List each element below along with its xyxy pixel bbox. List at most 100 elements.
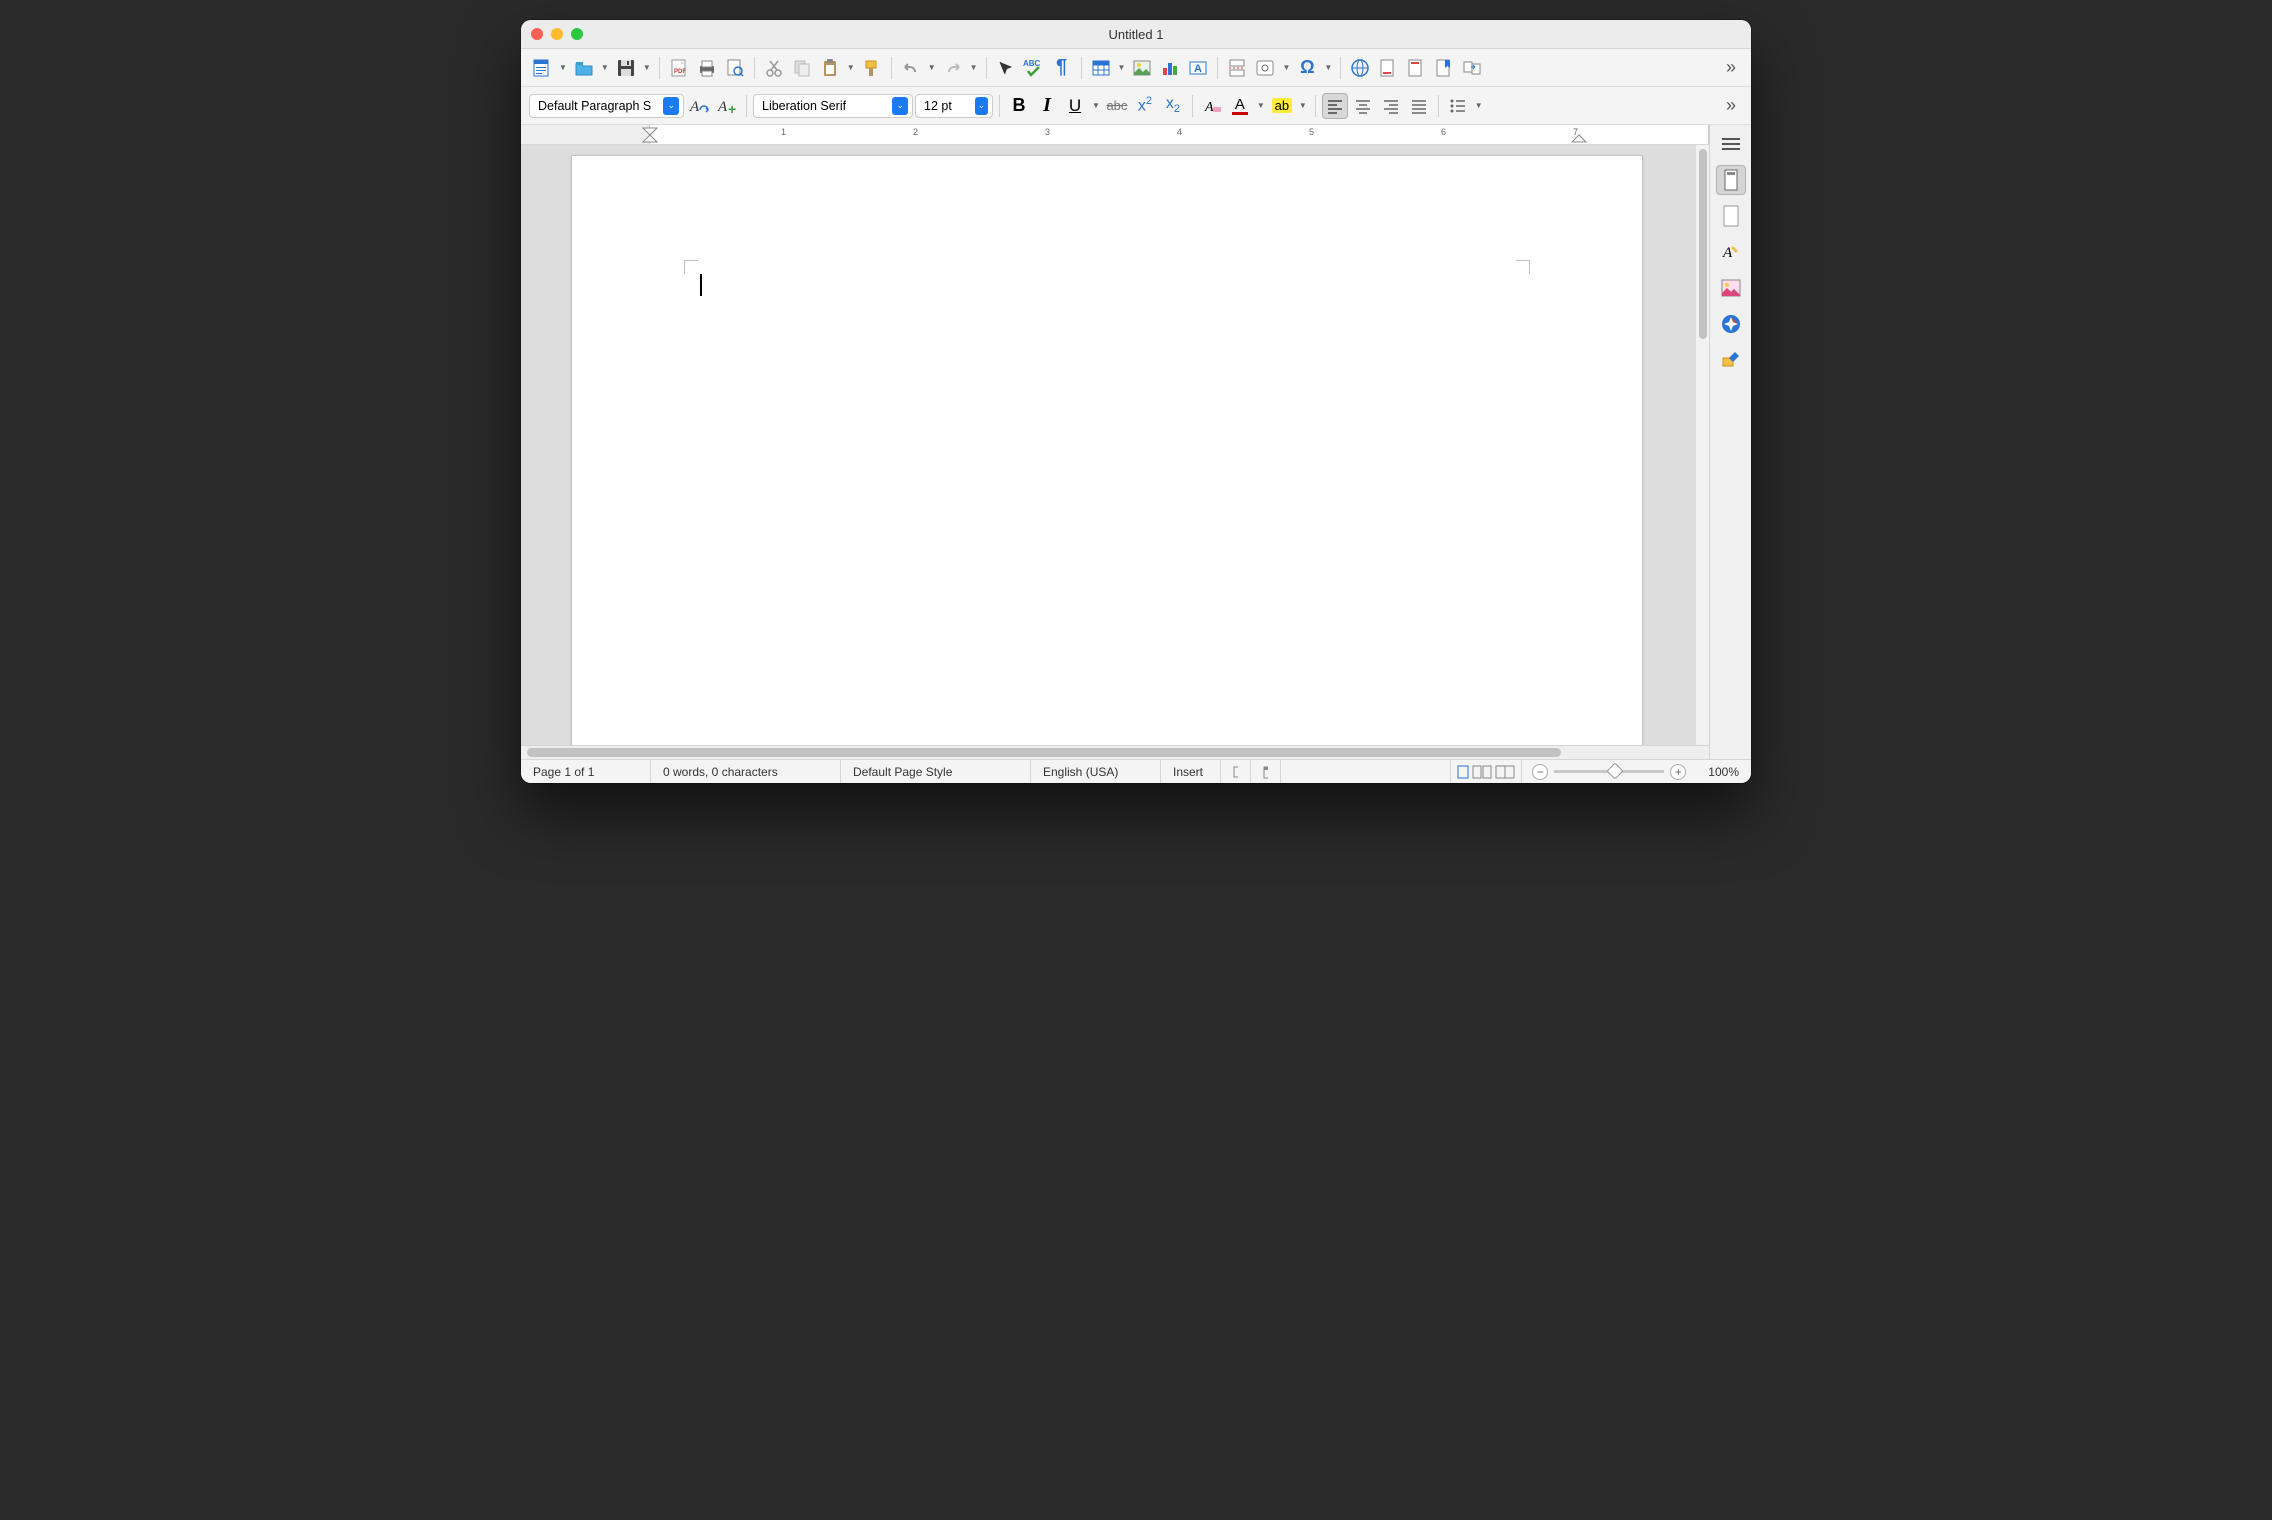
export-pdf-button[interactable]: PDF <box>666 55 692 81</box>
highlight-color-button[interactable]: ab <box>1269 93 1295 119</box>
redo-dropdown-icon[interactable]: ▼ <box>968 63 980 72</box>
status-insert-mode[interactable]: Insert <box>1161 760 1221 783</box>
formatting-marks-button[interactable]: ¶ <box>1049 55 1075 81</box>
close-window-button[interactable] <box>531 28 543 40</box>
copy-button[interactable] <box>789 55 815 81</box>
symbol-dropdown-icon[interactable]: ▼ <box>1322 63 1334 72</box>
insert-image-button[interactable] <box>1129 55 1155 81</box>
multi-page-view-icon[interactable] <box>1472 765 1492 779</box>
vertical-scrollbar[interactable] <box>1696 145 1709 745</box>
zoom-percent[interactable]: 100% <box>1696 760 1751 783</box>
sidebar-page-button[interactable] <box>1716 201 1746 231</box>
align-left-button[interactable] <box>1322 93 1348 119</box>
minimize-window-button[interactable] <box>551 28 563 40</box>
insert-symbol-button[interactable]: Ω <box>1294 55 1320 81</box>
horizontal-scrollbar[interactable] <box>521 745 1709 759</box>
update-style-button[interactable]: A <box>686 93 712 119</box>
open-dropdown-icon[interactable]: ▼ <box>599 63 611 72</box>
single-page-view-icon[interactable] <box>1457 765 1469 779</box>
indent-marker-left-icon[interactable] <box>642 127 658 143</box>
clear-formatting-button[interactable]: A <box>1199 93 1225 119</box>
new-dropdown-icon[interactable]: ▼ <box>557 63 569 72</box>
status-page-style[interactable]: Default Page Style <box>841 760 1031 783</box>
insert-textbox-button[interactable]: A <box>1185 55 1211 81</box>
indent-marker-right-icon[interactable] <box>1571 134 1587 144</box>
insert-cross-reference-button[interactable] <box>1459 55 1485 81</box>
bullet-dropdown-icon[interactable]: ▼ <box>1473 101 1485 110</box>
status-signature[interactable] <box>1251 760 1281 783</box>
sidebar-styles-button[interactable]: A <box>1716 237 1746 267</box>
paste-button[interactable] <box>817 55 843 81</box>
zoom-knob[interactable] <box>1607 763 1624 780</box>
status-word-count[interactable]: 0 words, 0 characters <box>651 760 841 783</box>
insert-hyperlink-button[interactable] <box>1347 55 1373 81</box>
underline-dropdown-icon[interactable]: ▼ <box>1090 101 1102 110</box>
font-color-button[interactable]: A <box>1227 93 1253 119</box>
maximize-window-button[interactable] <box>571 28 583 40</box>
cut-button[interactable] <box>761 55 787 81</box>
insert-endnote-button[interactable] <box>1403 55 1429 81</box>
zoom-track[interactable] <box>1554 770 1664 773</box>
zoom-in-button[interactable]: + <box>1670 764 1686 780</box>
table-dropdown-icon[interactable]: ▼ <box>1116 63 1128 72</box>
subscript-button[interactable]: x2 <box>1160 93 1186 119</box>
status-page[interactable]: Page 1 of 1 <box>521 760 651 783</box>
open-document-button[interactable] <box>571 55 597 81</box>
align-justify-button[interactable] <box>1406 93 1432 119</box>
sidebar-style-inspector-button[interactable] <box>1716 345 1746 375</box>
new-style-button[interactable]: A+ <box>714 93 740 119</box>
font-name-combo[interactable]: ⌄ <box>753 94 913 118</box>
status-selection-mode[interactable] <box>1221 760 1251 783</box>
new-document-button[interactable] <box>529 55 555 81</box>
find-replace-button[interactable] <box>993 55 1019 81</box>
save-button[interactable] <box>613 55 639 81</box>
document-viewport[interactable] <box>521 145 1709 745</box>
insert-page-break-button[interactable] <box>1224 55 1250 81</box>
redo-button[interactable] <box>940 55 966 81</box>
print-preview-button[interactable] <box>722 55 748 81</box>
font-size-combo[interactable]: ⌄ <box>915 94 993 118</box>
clone-formatting-button[interactable] <box>859 55 885 81</box>
toolbar-overflow-button[interactable]: » <box>1717 55 1743 81</box>
italic-button[interactable]: I <box>1034 93 1060 119</box>
status-language[interactable]: English (USA) <box>1031 760 1161 783</box>
save-dropdown-icon[interactable]: ▼ <box>641 63 653 72</box>
bold-button[interactable]: B <box>1006 93 1032 119</box>
horizontal-ruler[interactable]: 1 2 3 4 5 6 7 <box>521 125 1709 145</box>
scrollbar-thumb[interactable] <box>527 748 1561 757</box>
document-page[interactable] <box>571 155 1643 745</box>
underline-button[interactable]: U <box>1062 93 1088 119</box>
strikethrough-button[interactable]: abc <box>1104 93 1130 119</box>
print-button[interactable] <box>694 55 720 81</box>
formatting-overflow-button[interactable]: » <box>1717 93 1743 119</box>
font-name-input[interactable] <box>762 99 888 113</box>
insert-field-button[interactable] <box>1252 55 1278 81</box>
paragraph-style-input[interactable] <box>538 99 659 113</box>
align-center-button[interactable] <box>1350 93 1376 119</box>
scrollbar-thumb[interactable] <box>1699 149 1707 339</box>
sidebar-gallery-button[interactable] <box>1716 273 1746 303</box>
fontcolor-dropdown-icon[interactable]: ▼ <box>1255 101 1267 110</box>
sidebar-navigator-button[interactable] <box>1716 309 1746 339</box>
spellcheck-button[interactable]: ABC <box>1021 55 1047 81</box>
dropdown-icon[interactable]: ⌄ <box>892 97 908 115</box>
highlight-dropdown-icon[interactable]: ▼ <box>1297 101 1309 110</box>
font-size-input[interactable] <box>924 99 971 113</box>
paste-dropdown-icon[interactable]: ▼ <box>845 63 857 72</box>
dropdown-icon[interactable]: ⌄ <box>663 97 679 115</box>
sidebar-properties-button[interactable] <box>1716 165 1746 195</box>
insert-bookmark-button[interactable] <box>1431 55 1457 81</box>
field-dropdown-icon[interactable]: ▼ <box>1280 63 1292 72</box>
undo-dropdown-icon[interactable]: ▼ <box>926 63 938 72</box>
sidebar-menu-button[interactable] <box>1716 129 1746 159</box>
paragraph-style-combo[interactable]: ⌄ <box>529 94 684 118</box>
book-view-icon[interactable] <box>1495 765 1515 779</box>
insert-table-button[interactable] <box>1088 55 1114 81</box>
undo-button[interactable] <box>898 55 924 81</box>
bullet-list-button[interactable] <box>1445 93 1471 119</box>
superscript-button[interactable]: x2 <box>1132 93 1158 119</box>
dropdown-icon[interactable]: ⌄ <box>975 97 988 115</box>
zoom-out-button[interactable]: − <box>1532 764 1548 780</box>
insert-chart-button[interactable] <box>1157 55 1183 81</box>
align-right-button[interactable] <box>1378 93 1404 119</box>
